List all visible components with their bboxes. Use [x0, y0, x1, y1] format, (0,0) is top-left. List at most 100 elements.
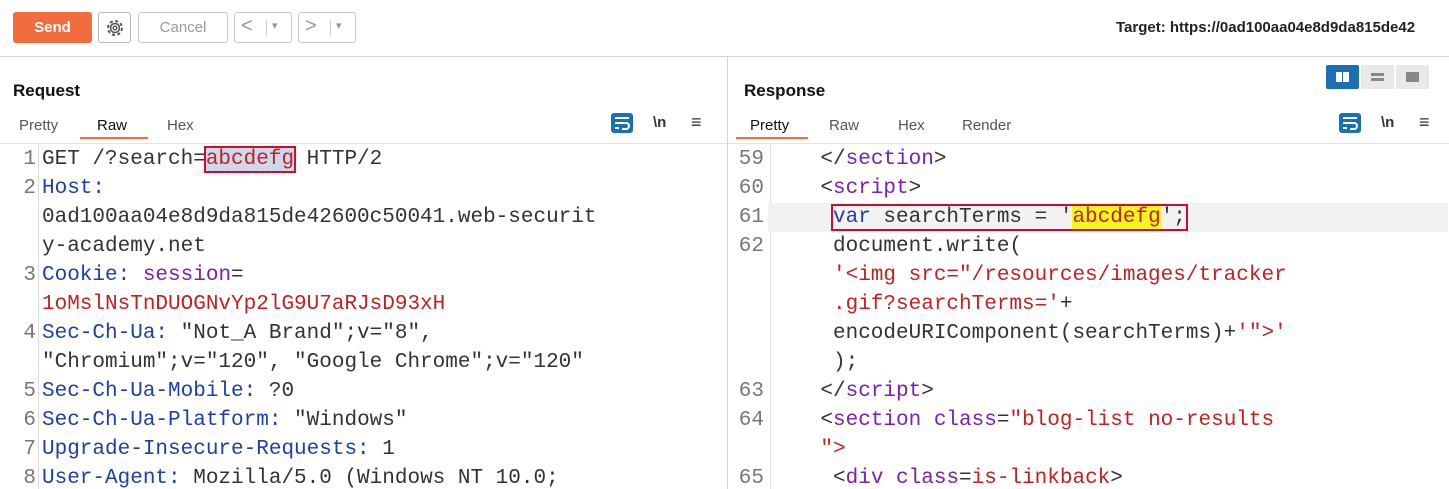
wrap-lines-icon[interactable] — [611, 113, 633, 133]
target-url[interactable]: Target: https://0ad100aa04e8d9da815de42 — [1116, 19, 1415, 36]
code-line[interactable]: '<img src="/resources/images/tracker — [833, 261, 1287, 290]
layout-side-by-side-button[interactable] — [1326, 65, 1359, 89]
search-term-highlight: abcdefg — [203, 146, 297, 173]
code-line[interactable]: Sec-Ch-Ua-Platform: "Windows" — [42, 406, 407, 435]
chevron-left-icon[interactable]: < — [241, 15, 253, 38]
tab-raw[interactable]: Raw — [829, 117, 859, 140]
forward-nav-group[interactable]: > ▾ — [298, 12, 356, 43]
code-token: encodeURIComponent(searchTerms)+ — [833, 322, 1237, 345]
code-line[interactable]: User-Agent: Mozilla/5.0 (Windows NT 10.0… — [42, 464, 559, 489]
code-line[interactable]: 0ad100aa04e8d9da815de42600c50041.web-sec… — [42, 203, 597, 232]
separator — [330, 20, 331, 35]
code-token: '; — [1160, 206, 1186, 229]
active-tab-indicator — [736, 137, 808, 139]
code-line[interactable]: var searchTerms = 'abcdefg'; — [831, 203, 1188, 232]
cancel-button[interactable]: Cancel — [138, 12, 228, 43]
separator — [266, 20, 267, 35]
code-token: < — [820, 409, 833, 432]
code-token: > — [908, 177, 922, 200]
tab-render[interactable]: Render — [962, 117, 1011, 140]
code-token: Sec-Ch-Ua: — [42, 322, 169, 345]
code-token: = — [231, 264, 244, 287]
code-token: searchTerms = ' — [870, 206, 1073, 229]
code-token: is-linkback — [971, 467, 1111, 489]
line-number: 62 — [738, 235, 764, 258]
code-line[interactable]: encodeURIComponent(searchTerms)+'">' — [833, 319, 1287, 348]
line-number: 8 — [23, 467, 36, 489]
layout-tabs-button[interactable] — [1396, 65, 1429, 89]
tab-hex[interactable]: Hex — [898, 117, 925, 140]
settings-button[interactable] — [98, 12, 131, 43]
search-term-highlight: abcdefg — [1072, 206, 1161, 229]
code-line[interactable]: ); — [833, 348, 858, 377]
code-token: Cookie: — [42, 264, 143, 287]
code-line[interactable]: document.write( — [833, 232, 1022, 261]
code-token: < — [820, 177, 833, 200]
code-line[interactable]: "> — [820, 435, 845, 464]
line-number: 60 — [738, 177, 764, 200]
line-number: 61 — [738, 206, 764, 229]
code-line[interactable]: Sec-Ch-Ua: "Not_A Brand";v="8", — [42, 319, 433, 348]
line-number: 7 — [23, 438, 36, 461]
menu-icon[interactable]: ≡ — [691, 112, 702, 133]
code-token: session — [142, 264, 232, 287]
code-line[interactable]: </script> — [820, 377, 933, 406]
code-token: > — [933, 148, 947, 171]
code-token: section — [833, 409, 922, 432]
line-number: 1 — [23, 148, 36, 171]
code-token: = — [996, 409, 1010, 432]
code-line[interactable]: Cookie: session= — [42, 261, 244, 290]
back-nav-group[interactable]: < ▾ — [234, 12, 292, 43]
chevron-down-icon[interactable]: ▾ — [272, 19, 278, 32]
code-token: script — [833, 177, 909, 200]
menu-icon[interactable]: ≡ — [1419, 112, 1430, 133]
wrap-lines-icon[interactable] — [1339, 113, 1361, 133]
code-token: div — [845, 467, 884, 489]
code-token: "blog-list no-results — [1009, 409, 1275, 432]
code-token: Mozilla/5.0 (Windows NT 10.0; — [180, 467, 559, 489]
code-line[interactable]: </section> — [820, 145, 946, 174]
chevron-right-icon[interactable]: > — [305, 15, 317, 38]
code-line[interactable]: y-academy.net — [42, 232, 206, 261]
line-number: 59 — [738, 148, 764, 171]
code-token: Sec-Ch-Ua-Platform: — [42, 409, 282, 432]
send-button[interactable]: Send — [13, 12, 92, 43]
chevron-down-icon[interactable]: ▾ — [336, 19, 342, 32]
tab-hex[interactable]: Hex — [167, 117, 194, 140]
code-line[interactable]: GET /?search=abcdefg HTTP/2 — [42, 145, 382, 174]
code-line[interactable]: <script> — [820, 174, 921, 203]
gear-icon — [107, 20, 123, 36]
line-number: 65 — [738, 467, 764, 489]
layout-stacked-button[interactable] — [1361, 65, 1394, 89]
code-token: Upgrade-Insecure-Requests: — [42, 438, 370, 461]
code-token: var — [833, 206, 871, 229]
line-number: 4 — [23, 322, 36, 345]
tab-divider — [0, 143, 727, 144]
code-token: "> — [820, 438, 846, 461]
code-line[interactable]: Host: — [42, 174, 105, 203]
code-line[interactable]: 1oMslNsTnDUOGNvYp2lG9U7aRJsD93xH — [42, 290, 445, 319]
tab-pretty[interactable]: Pretty — [19, 117, 58, 140]
code-line[interactable]: <div class=is-linkback> — [833, 464, 1123, 489]
request-tabs: Pretty Raw Hex \n ≡ — [0, 112, 727, 140]
code-token: User-Agent: — [42, 467, 181, 489]
code-line[interactable]: Sec-Ch-Ua-Mobile: ?0 — [42, 377, 294, 406]
code-token: "Chromium";v="120", "Google Chrome";v="1… — [42, 351, 584, 374]
gutter-line — [38, 145, 39, 489]
code-token: </ — [820, 380, 846, 403]
highlight-box: var searchTerms = 'abcdefg'; — [831, 204, 1188, 231]
newline-icon[interactable]: \n — [1381, 114, 1394, 131]
code-token: '<img src="/resources/images/tracker — [833, 264, 1287, 287]
code-token: section — [845, 148, 934, 171]
code-token: </ — [820, 148, 846, 171]
code-token: = — [959, 467, 972, 489]
code-line[interactable]: "Chromium";v="120", "Google Chrome";v="1… — [42, 348, 584, 377]
code-token: Host: — [42, 177, 106, 200]
code-line[interactable]: .gif?searchTerms='+ — [833, 290, 1072, 319]
code-line[interactable]: Upgrade-Insecure-Requests: 1 — [42, 435, 395, 464]
code-token: Sec-Ch-Ua-Mobile: — [42, 380, 257, 403]
code-line[interactable]: <section class="blog-list no-results — [820, 406, 1274, 435]
newline-icon[interactable]: \n — [653, 114, 666, 131]
code-token: script — [845, 380, 922, 403]
